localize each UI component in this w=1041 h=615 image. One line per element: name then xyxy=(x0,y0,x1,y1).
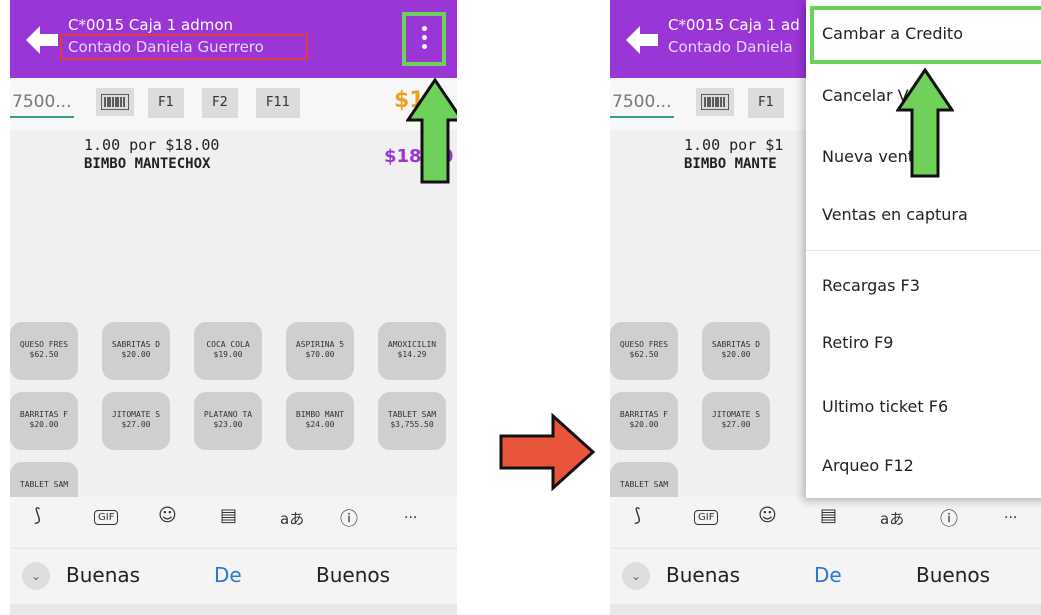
register-title: C*0015 Caja 1 ad xyxy=(668,16,800,34)
translate-icon[interactable]: aあ xyxy=(880,508,904,529)
item-quantity-price: 1.00 por $1 xyxy=(684,136,784,154)
suggestion-item[interactable]: Buenas xyxy=(66,563,140,587)
product-tile[interactable]: QUESO FRES $62.50 xyxy=(610,322,678,380)
f1-button[interactable]: F1 xyxy=(748,88,784,118)
menu-divider xyxy=(806,250,1041,251)
translate-icon[interactable]: aあ xyxy=(280,508,304,529)
emoji-icon[interactable]: ☺ xyxy=(758,505,777,526)
chevron-down-icon[interactable]: ⌄ xyxy=(22,562,50,590)
suggestion-item[interactable]: De xyxy=(814,563,842,587)
product-tile[interactable]: PLATANO TA $23.00 xyxy=(194,392,262,450)
quantity-input[interactable]: 7500... xyxy=(610,86,674,118)
app-header: C*0015 Caja 1 admon Contado Daniela Guer… xyxy=(10,0,457,78)
back-arrow-icon[interactable] xyxy=(622,22,662,58)
back-arrow-icon[interactable] xyxy=(22,22,62,58)
right-arrow-icon xyxy=(499,412,596,492)
kebab-menu-icon[interactable] xyxy=(402,12,446,66)
product-tile[interactable]: JITOMATE S $27.00 xyxy=(702,392,770,450)
product-tile[interactable]: JITOMATE S $27.00 xyxy=(102,392,170,450)
screen-after: C*0015 Caja 1 ad Contado Daniela 7500...… xyxy=(610,0,1041,615)
item-quantity-price: 1.00 por $18.00 xyxy=(84,136,220,154)
suggestion-item[interactable]: Buenas xyxy=(666,563,740,587)
barcode-button[interactable] xyxy=(96,88,134,116)
f11-button[interactable]: F11 xyxy=(256,88,300,118)
gif-icon[interactable]: GIF xyxy=(694,510,719,525)
menu-item-recargas[interactable]: Recargas F3 xyxy=(822,276,920,295)
f2-button[interactable]: F2 xyxy=(202,88,238,118)
f1-button[interactable]: F1 xyxy=(148,88,184,118)
product-tile[interactable]: QUESO FRES $62.50 xyxy=(10,322,78,380)
menu-item-ventas-captura[interactable]: Ventas en captura xyxy=(822,205,968,224)
product-tile[interactable]: BARRITAS F $20.00 xyxy=(10,392,78,450)
customer-subtitle[interactable]: Contado Daniela xyxy=(668,38,793,56)
more-icon[interactable]: ··· xyxy=(404,510,417,526)
sticker-icon[interactable]: ⟆ xyxy=(34,505,41,526)
gif-icon[interactable]: GIF xyxy=(94,510,119,525)
item-name: BIMBO MANTE xyxy=(684,156,777,172)
barcode-button[interactable] xyxy=(696,88,734,116)
product-tile[interactable]: TABLET SAM $3,755.50 xyxy=(378,392,446,450)
emoji-icon[interactable]: ☺ xyxy=(158,505,177,526)
menu-item-arqueo[interactable]: Arqueo F12 xyxy=(822,456,914,475)
register-title: C*0015 Caja 1 admon xyxy=(68,16,234,34)
menu-item-ultimo-ticket[interactable]: Ultimo ticket F6 xyxy=(822,397,948,416)
suggestion-item[interactable]: De xyxy=(214,563,242,587)
screen-before: C*0015 Caja 1 admon Contado Daniela Guer… xyxy=(10,0,457,615)
product-tile[interactable]: BARRITAS F $20.00 xyxy=(610,392,678,450)
menu-item-retiro[interactable]: Retiro F9 xyxy=(822,333,893,352)
suggestion-item[interactable]: Buenos xyxy=(916,563,990,587)
chevron-down-icon[interactable]: ⌄ xyxy=(622,562,650,590)
item-name: BIMBO MANTECHOX xyxy=(84,156,211,172)
info-icon[interactable]: ⓘ xyxy=(340,505,358,531)
barcode-icon xyxy=(101,94,129,110)
product-tile[interactable]: TABLET SAM xyxy=(10,462,78,502)
product-tile[interactable]: AMOXICILIN $14.29 xyxy=(378,322,446,380)
product-tile[interactable]: TABLET SAM xyxy=(610,462,678,502)
up-arrow-icon xyxy=(406,78,457,184)
product-tile[interactable]: SABRITAS D $20.00 xyxy=(702,322,770,380)
suggestion-item[interactable]: Buenos xyxy=(316,563,390,587)
clipboard-icon[interactable]: ▤ xyxy=(820,505,837,526)
product-tile[interactable]: SABRITAS D $20.00 xyxy=(102,322,170,380)
clipboard-icon[interactable]: ▤ xyxy=(220,505,237,526)
quantity-input[interactable]: 7500... xyxy=(10,86,74,118)
menu-item-highlight-box xyxy=(810,6,1041,64)
subtitle-highlight-box xyxy=(60,34,308,60)
product-tile[interactable]: BIMBO MANT $24.00 xyxy=(286,392,354,450)
keyboard-keys[interactable] xyxy=(610,604,1041,615)
barcode-icon xyxy=(701,94,729,110)
info-icon[interactable]: ⓘ xyxy=(940,505,958,531)
product-tile[interactable]: ASPIRINA 5 $70.00 xyxy=(286,322,354,380)
keyboard-keys[interactable] xyxy=(10,604,457,615)
product-tile[interactable]: COCA COLA $19.00 xyxy=(194,322,262,380)
up-arrow-icon xyxy=(896,68,954,178)
sticker-icon[interactable]: ⟆ xyxy=(634,505,641,526)
more-icon[interactable]: ··· xyxy=(1004,510,1017,526)
